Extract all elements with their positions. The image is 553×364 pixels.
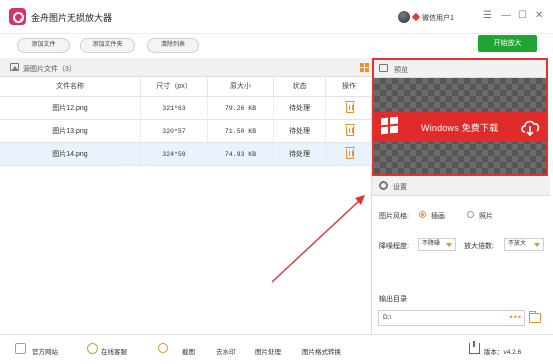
preview-canvas: Windows 免费下载: [374, 78, 546, 174]
noise-label: 降噪程度:: [379, 243, 409, 250]
support-link[interactable]: 在线客服: [101, 346, 127, 356]
style-illustration-label[interactable]: 插画: [431, 211, 445, 221]
image-icon: [379, 64, 388, 72]
column-actions: 操作: [342, 83, 356, 90]
delete-icon[interactable]: [345, 147, 355, 159]
file-name: 图片13.png: [0, 120, 141, 143]
image-process-link[interactable]: 图片处理: [255, 346, 281, 356]
settings-panel: 设置 图片风格: 插画 照片 降噪程度: 不降噪 放大倍数: 不放大 输出目录 …: [372, 176, 550, 334]
chevron-down-icon: [446, 243, 452, 247]
minimize-button[interactable]: —: [501, 10, 511, 22]
table-row[interactable]: 图片13.png 320*57 71.50 KB 待处理: [0, 120, 372, 143]
file-list-panel: 源图片文件（3） 文件名称 尺寸（px） 原大小 状态 操作 图片12.png …: [0, 58, 372, 334]
preview-panel: 预览 Windows 免费下载: [372, 58, 548, 176]
settings-label: 设置: [393, 184, 407, 191]
browse-button[interactable]: •••: [510, 311, 522, 323]
add-file-button[interactable]: 添加文件: [17, 38, 70, 53]
style-illustration-radio[interactable]: [419, 211, 426, 218]
website-link[interactable]: 官方网站: [32, 346, 58, 356]
file-dimensions: 324*59: [141, 143, 208, 166]
style-photo-label[interactable]: 照片: [479, 211, 493, 221]
file-original-size: 74.93 KB: [208, 143, 274, 166]
status-bar: 官方网站 在线客服 截图 去水印 图片处理 图片格式转换 版本：v4.2.6: [0, 334, 553, 364]
image-icon: [10, 63, 19, 71]
maximize-button[interactable]: ☐: [518, 10, 527, 22]
close-button[interactable]: ✕: [535, 10, 543, 22]
website-icon: [15, 343, 26, 354]
noise-value: 不降噪: [422, 241, 441, 247]
screenshot-link[interactable]: 截图: [182, 346, 195, 356]
file-list-title: 源图片文件（3）: [23, 66, 76, 73]
file-status: 待处理: [274, 120, 326, 143]
version-label: 版本：v4.2.6: [484, 349, 522, 356]
app-title: 金舟图片无损放大器: [31, 13, 113, 23]
format-convert-link[interactable]: 图片格式转换: [302, 346, 341, 356]
output-path: D:\: [383, 314, 392, 321]
watermark-link[interactable]: 去水印: [216, 346, 236, 356]
gear-icon: [379, 181, 388, 190]
file-list-header: 源图片文件（3）: [0, 58, 372, 77]
table-row[interactable]: 图片14.png 324*59 74.93 KB 待处理: [0, 143, 372, 166]
chevron-down-icon: [534, 243, 540, 247]
scale-label: 放大倍数:: [464, 243, 494, 250]
toolbar: 添加文件 添加文件夹 清除列表: [0, 34, 553, 58]
noise-select[interactable]: 不降噪: [418, 238, 456, 251]
output-path-field[interactable]: D:\ •••: [378, 310, 525, 326]
clear-list-button[interactable]: 清除列表: [147, 38, 199, 53]
preview-header: 预览: [374, 60, 546, 78]
support-icon: [87, 343, 98, 354]
vip-icon: [411, 12, 421, 22]
scale-value: 不放大: [508, 241, 527, 247]
table-header: 文件名称 尺寸（px） 原大小 状态 操作: [0, 77, 372, 97]
style-photo-radio[interactable]: [467, 211, 474, 218]
settings-header: 设置: [372, 176, 550, 196]
title-bar: 金舟图片无损放大器 微信用户1 ☰ — ☐ ✕: [0, 0, 553, 34]
style-label: 图片风格:: [379, 213, 409, 220]
grid-view-icon[interactable]: [360, 63, 369, 72]
table-row[interactable]: 图片12.png 321*63 79.26 KB 待处理: [0, 97, 372, 120]
file-original-size: 71.50 KB: [208, 120, 274, 143]
scale-select[interactable]: 不放大: [504, 238, 544, 251]
file-name: 图片12.png: [0, 97, 141, 120]
user-avatar[interactable]: [398, 11, 410, 23]
column-size: 尺寸（px）: [141, 77, 208, 97]
output-label: 输出目录: [379, 296, 407, 303]
column-name: 文件名称: [0, 77, 141, 97]
file-name: 图片14.png: [0, 143, 141, 166]
windows-logo-icon: [381, 116, 398, 135]
preview-image: Windows 免费下载: [374, 112, 546, 142]
column-original-size: 原大小: [208, 77, 274, 97]
folder-icon[interactable]: [529, 311, 541, 323]
file-dimensions: 321*63: [141, 97, 208, 120]
file-status: 待处理: [274, 97, 326, 120]
file-original-size: 79.26 KB: [208, 97, 274, 120]
download-icon[interactable]: [469, 341, 480, 354]
app-logo-icon: [9, 8, 26, 25]
start-upscale-button[interactable]: 开始放大: [478, 35, 537, 52]
cloud-download-icon: [521, 120, 540, 136]
preview-banner-text: Windows 免费下载: [421, 123, 499, 133]
preview-label: 预览: [394, 67, 408, 74]
delete-icon[interactable]: [345, 101, 355, 113]
add-folder-button[interactable]: 添加文件夹: [80, 38, 135, 53]
user-name[interactable]: 微信用户1: [422, 13, 454, 23]
column-status: 状态: [274, 77, 326, 97]
file-status: 待处理: [274, 143, 326, 166]
file-dimensions: 320*57: [141, 120, 208, 143]
menu-icon[interactable]: ☰: [483, 10, 492, 22]
delete-icon[interactable]: [345, 124, 355, 136]
scissors-icon: [158, 343, 168, 353]
